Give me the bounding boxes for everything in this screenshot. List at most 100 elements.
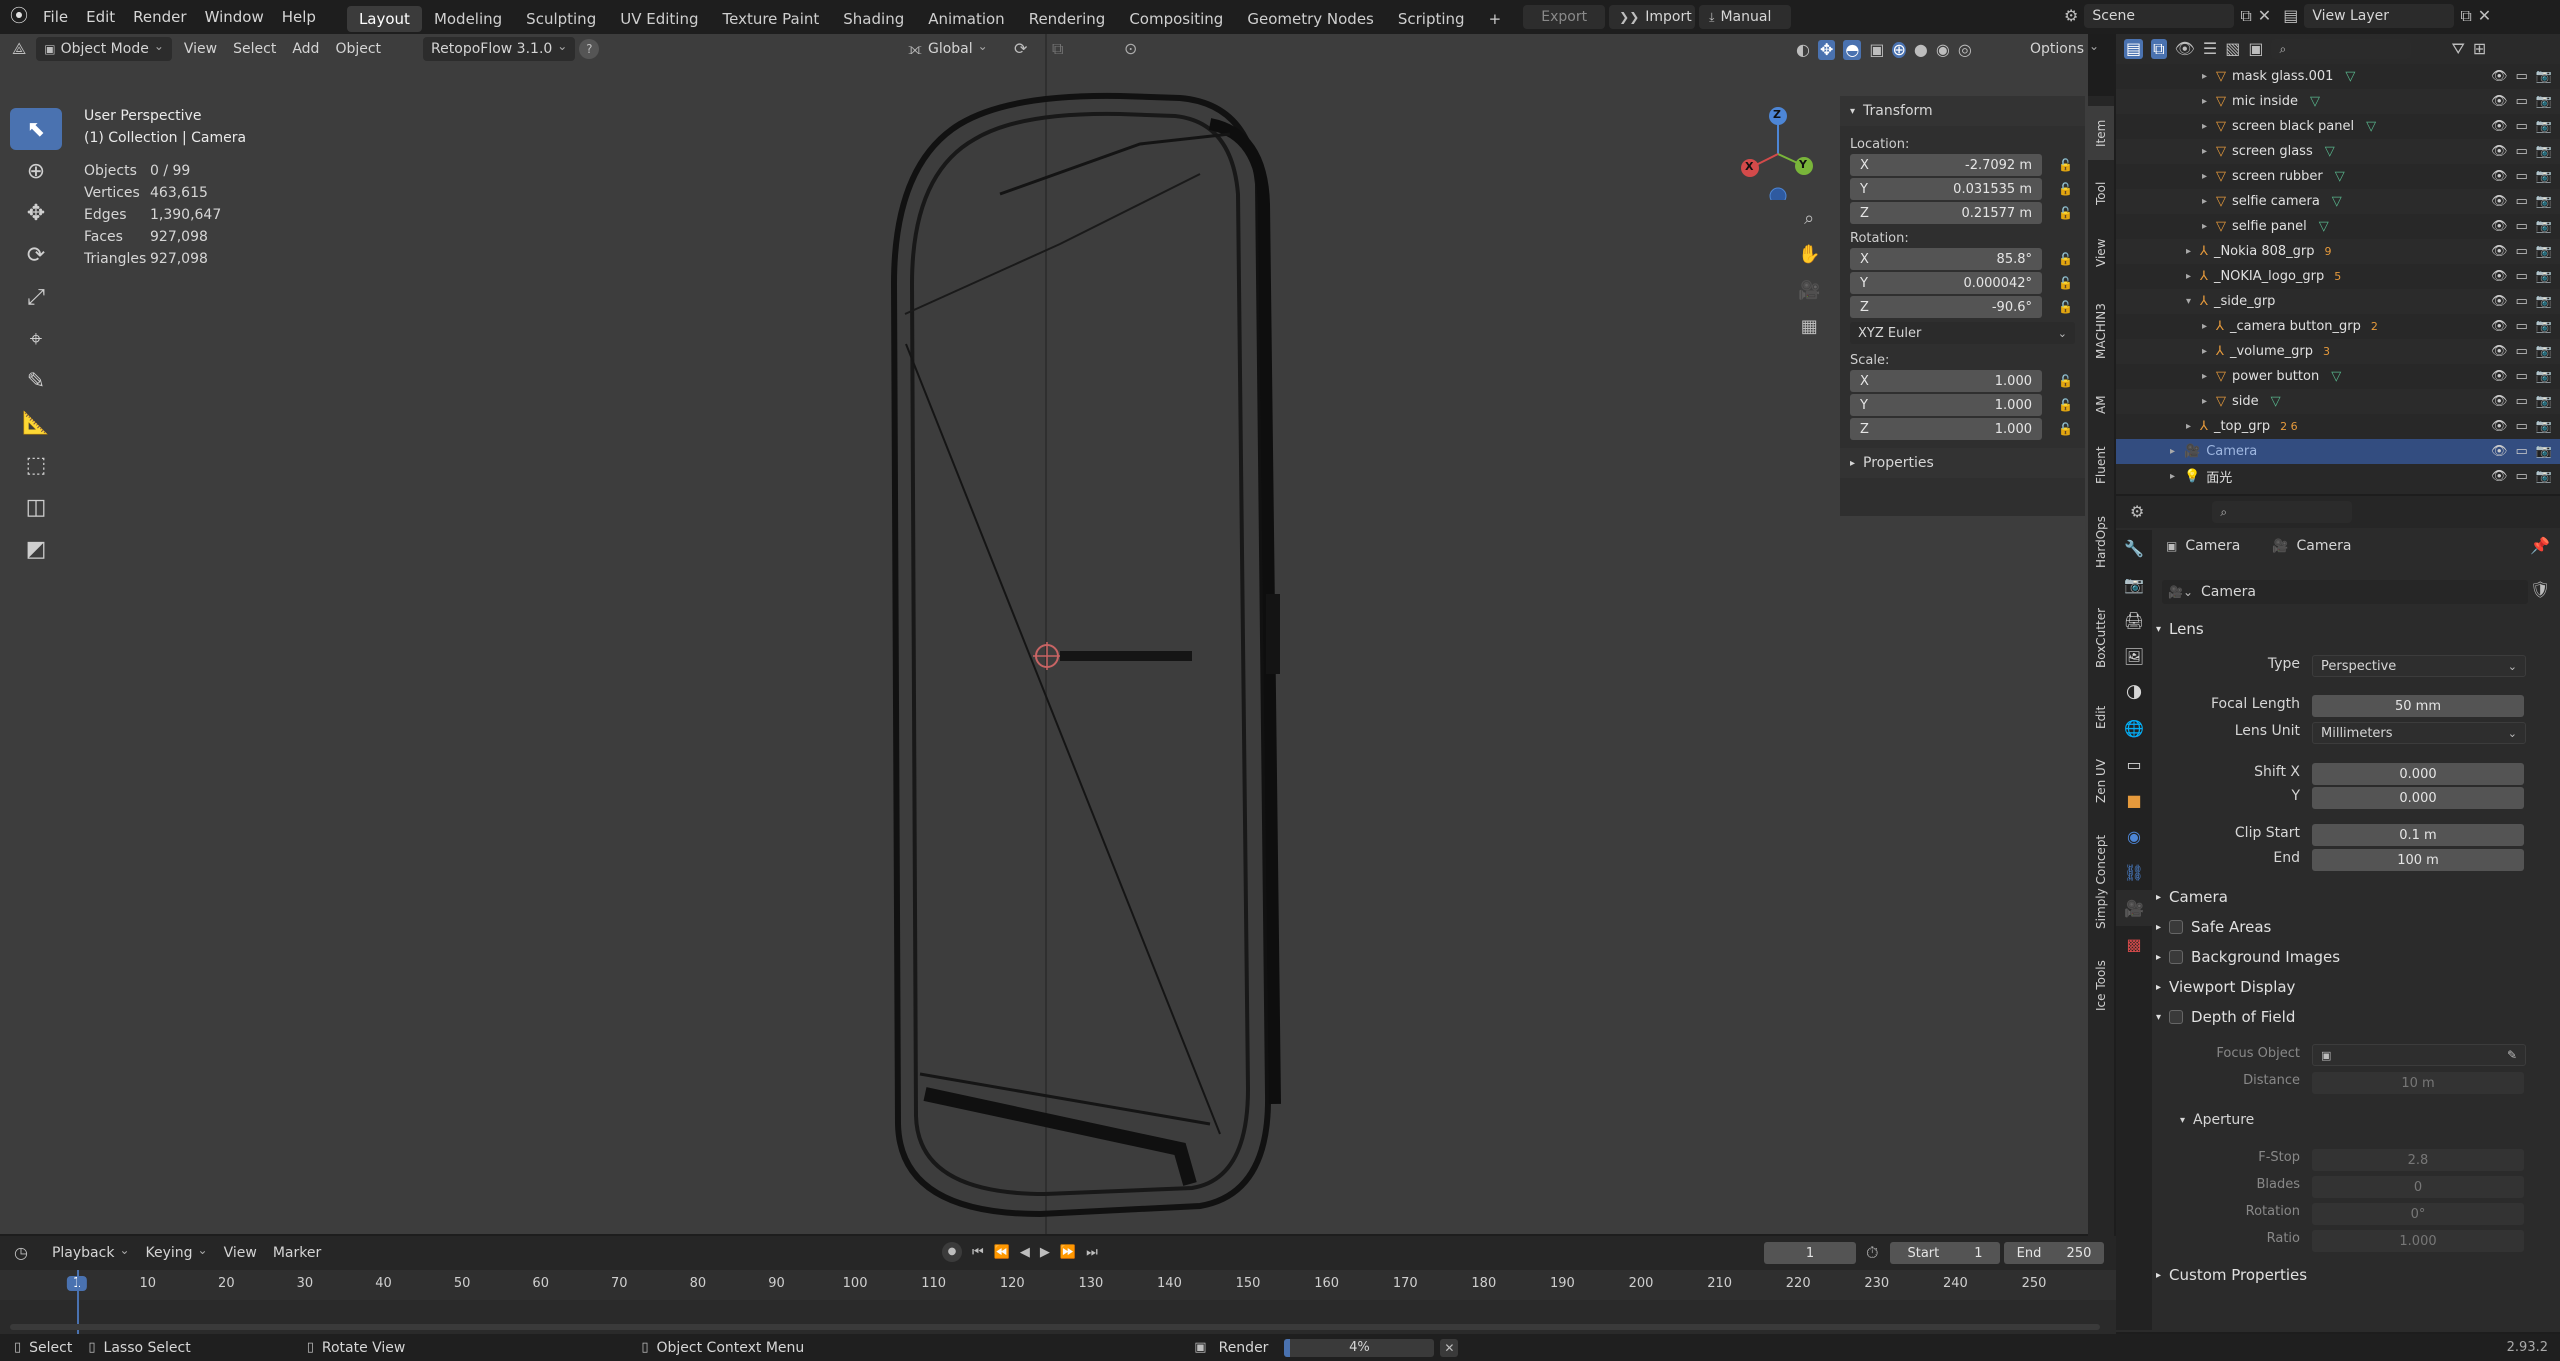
- rotate-tool-icon[interactable]: ⟳: [10, 234, 62, 276]
- render-toggle-icon[interactable]: 📷: [2536, 69, 2552, 84]
- camera-data-tab-icon[interactable]: 🎥: [2116, 890, 2152, 926]
- rotation-z-field[interactable]: Z -90.6°: [1850, 296, 2042, 318]
- world-tab-icon[interactable]: 🌐: [2116, 710, 2152, 746]
- viewport-display-section[interactable]: ▸ Viewport Display: [2156, 978, 2295, 996]
- delete-view-layer-icon[interactable]: ✕: [2478, 8, 2491, 24]
- datablock-selector[interactable]: 🎥⌄ Camera: [2162, 580, 2528, 604]
- sidebar-tab-simply-concept[interactable]: Simply Concept: [2088, 822, 2114, 942]
- lens-type-dropdown[interactable]: Perspective ⌄: [2312, 655, 2526, 677]
- render-toggle-icon[interactable]: 📷: [2536, 319, 2552, 334]
- editor-type-icon[interactable]: ⟁: [12, 41, 26, 57]
- custom-properties-section[interactable]: ▸ Custom Properties: [2156, 1266, 2307, 1284]
- rotation-y-field[interactable]: Y 0.000042°: [1850, 272, 2042, 294]
- funnel-icon[interactable]: ⛛: [2451, 41, 2464, 57]
- outliner-editor-icon[interactable]: ▤: [2124, 39, 2144, 59]
- viewport-toggle-icon[interactable]: ▭: [2516, 244, 2528, 259]
- viewport-toggle-icon[interactable]: ▭: [2516, 219, 2528, 234]
- render-toggle-icon[interactable]: 📷: [2536, 144, 2552, 159]
- delete-scene-icon[interactable]: ✕: [2258, 8, 2271, 24]
- sidebar-tab-tool[interactable]: Tool: [2088, 166, 2114, 220]
- menu-file[interactable]: File: [34, 0, 77, 34]
- sidebar-tab-zen-uv[interactable]: Zen UV: [2088, 746, 2114, 816]
- menu-help[interactable]: Help: [273, 0, 325, 34]
- render-toggle-icon[interactable]: 📷: [2536, 94, 2552, 109]
- eye-icon[interactable]: 👁: [2491, 419, 2508, 434]
- sidebar-tab-fluent[interactable]: Fluent: [2088, 434, 2114, 496]
- scale-z-field[interactable]: Z 1.000: [1850, 418, 2042, 440]
- viewport-toggle-icon[interactable]: ▭: [2516, 394, 2528, 409]
- shading-solid-icon[interactable]: ●: [1914, 42, 1928, 58]
- expand-arrow-icon[interactable]: ▸: [2186, 421, 2200, 432]
- scale-lock-icon[interactable]: 🔓: [2058, 422, 2073, 436]
- sidebar-tab-am[interactable]: AM: [2088, 382, 2114, 428]
- scene-icon[interactable]: ⚙: [2064, 8, 2078, 24]
- expand-arrow-icon[interactable]: ▸: [2170, 471, 2184, 482]
- view-layer-tab-icon[interactable]: 🖼: [2116, 638, 2152, 674]
- eye-icon[interactable]: 👁: [2491, 319, 2508, 334]
- eye-icon[interactable]: 👁: [2491, 244, 2508, 259]
- outliner-row[interactable]: ▸ ⅄ _Nokia 808_grp 9 👁 ▭ 📷: [2116, 239, 2560, 264]
- outliner-row[interactable]: ▸ ▽ power button ▽ 👁 ▭ 📷: [2116, 364, 2560, 389]
- timeline-menu-keying[interactable]: Keying: [138, 1241, 216, 1265]
- scene-tab-icon[interactable]: 🌗: [2116, 674, 2152, 710]
- new-collection-icon[interactable]: ⊞: [2473, 41, 2486, 57]
- eye-icon[interactable]: 👁: [2491, 119, 2508, 134]
- expand-arrow-icon[interactable]: ▾: [2186, 296, 2200, 307]
- eye-icon[interactable]: 👁: [2491, 469, 2508, 484]
- prev-keyframe-icon[interactable]: ⏪: [994, 1246, 1010, 1259]
- view-layer-selector[interactable]: View Layer: [2304, 4, 2455, 28]
- xray-icon[interactable]: ▣: [1869, 42, 1884, 58]
- focus-object-field[interactable]: ▣ ✎: [2312, 1044, 2526, 1066]
- shading-rendered-icon[interactable]: ◎: [1958, 42, 1972, 58]
- expand-arrow-icon[interactable]: ▸: [2202, 196, 2216, 207]
- annotate-tool-icon[interactable]: ✎: [10, 360, 62, 402]
- render-toggle-icon[interactable]: 📷: [2536, 194, 2552, 209]
- expand-arrow-icon[interactable]: ▸: [2202, 371, 2216, 382]
- 3d-viewport[interactable]: User Perspective (1) Collection | Camera…: [0, 34, 2088, 1234]
- play-icon[interactable]: ▶: [1040, 1246, 1050, 1259]
- shift-x-field[interactable]: 0.000: [2312, 763, 2524, 785]
- timeline-editor-icon[interactable]: ◷: [14, 1245, 28, 1261]
- aperture-rotation-field[interactable]: 0°: [2312, 1203, 2524, 1225]
- location-x-field[interactable]: X -2.7092 m: [1850, 154, 2042, 176]
- expand-arrow-icon[interactable]: ▸: [2170, 446, 2184, 457]
- expand-arrow-icon[interactable]: ▸: [2202, 121, 2216, 132]
- shift-y-field[interactable]: 0.000: [2312, 787, 2524, 809]
- viewport-toggle-icon[interactable]: ▭: [2516, 69, 2528, 84]
- tab-shading[interactable]: Shading: [831, 6, 916, 32]
- menu-edit[interactable]: Edit: [77, 0, 124, 34]
- expand-arrow-icon[interactable]: ▸: [2202, 321, 2216, 332]
- extra-tool-2-icon[interactable]: ◩: [10, 528, 62, 570]
- outliner-row[interactable]: ▸ ⅄ _NOKIA_logo_grp 5 👁 ▭ 📷: [2116, 264, 2560, 289]
- extra-tool-icon[interactable]: ◫: [10, 486, 62, 528]
- object-tab-icon[interactable]: ■: [2116, 782, 2152, 818]
- addon-retopoflow[interactable]: RetopoFlow 3.1.0: [423, 37, 576, 61]
- viewport-toggle-icon[interactable]: ▭: [2516, 469, 2528, 484]
- viewport-toggle-icon[interactable]: ▭: [2516, 169, 2528, 184]
- viewport-toggle-icon[interactable]: ▭: [2516, 94, 2528, 109]
- outliner-row[interactable]: ▸ ⅄ _camera button_grp 2 👁 ▭ 📷: [2116, 314, 2560, 339]
- distance-field[interactable]: 10 m: [2312, 1072, 2524, 1094]
- eye-icon[interactable]: 👁: [2491, 194, 2508, 209]
- transform-tool-icon[interactable]: ⌖: [10, 318, 62, 360]
- outliner-row[interactable]: ▸ ▽ side ▽ 👁 ▭ 📷: [2116, 389, 2560, 414]
- sidebar-tab-machin3[interactable]: MACHIN3: [2088, 286, 2114, 376]
- move-tool-icon[interactable]: ✥: [10, 192, 62, 234]
- pin-icon[interactable]: 📌: [2530, 538, 2550, 554]
- viewport-toggle-icon[interactable]: ▭: [2516, 294, 2528, 309]
- start-frame-field[interactable]: Start 1: [1890, 1242, 2000, 1264]
- preview-range-icon[interactable]: ⏱: [1866, 1245, 1878, 1261]
- sidebar-tab-boxcutter[interactable]: BoxCutter: [2088, 588, 2114, 688]
- render-toggle-icon[interactable]: 📷: [2536, 244, 2552, 259]
- render-toggle-icon[interactable]: 📷: [2536, 344, 2552, 359]
- transform-orientation[interactable]: ⟗ Global: [900, 37, 996, 61]
- viewport-toggle-icon[interactable]: ▭: [2516, 369, 2528, 384]
- rotation-x-field[interactable]: X 85.8°: [1850, 248, 2042, 270]
- scale-y-field[interactable]: Y 1.000: [1850, 394, 2042, 416]
- expand-arrow-icon[interactable]: ▸: [2202, 96, 2216, 107]
- eye-icon[interactable]: 👁: [2175, 41, 2195, 57]
- outliner-row[interactable]: ▸ ▽ screen rubber ▽ 👁 ▭ 📷: [2116, 164, 2560, 189]
- render-toggle-icon[interactable]: 📷: [2536, 469, 2552, 484]
- manual-button[interactable]: ⤓ Manual: [1699, 5, 1792, 29]
- tab-sculpting[interactable]: Sculpting: [514, 6, 608, 32]
